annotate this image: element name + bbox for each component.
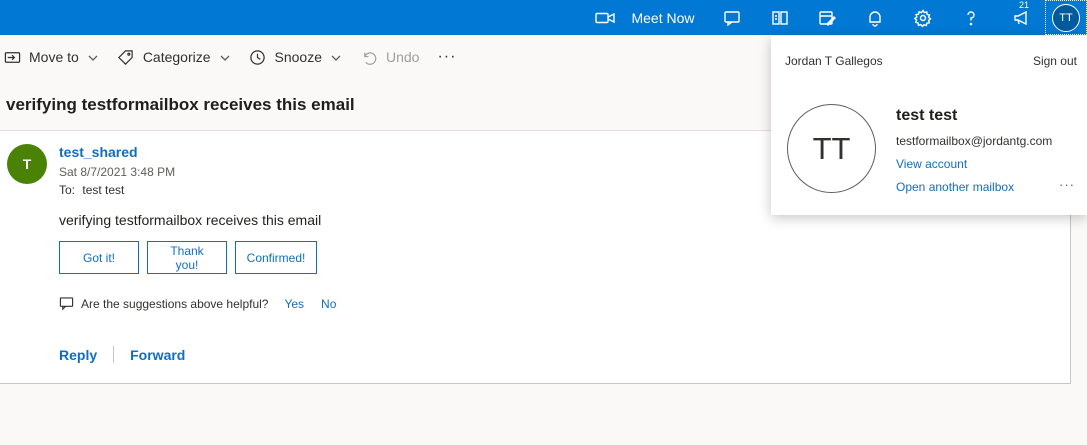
snooze-button[interactable]: Snooze (249, 48, 342, 66)
notifications-button[interactable] (861, 0, 889, 35)
snooze-label: Snooze (274, 49, 322, 65)
organization-name: Jordan T Gallegos (785, 54, 883, 68)
open-another-mailbox-link[interactable]: Open another mailbox (896, 180, 1014, 194)
feedback-question: Are the suggestions above helpful? (81, 296, 269, 311)
action-divider (113, 346, 115, 363)
clock-icon (249, 48, 267, 66)
reply-button[interactable]: Reply (59, 347, 97, 363)
account-email: testformailbox@jordantg.com (896, 134, 1053, 148)
email-body: verifying testformailbox receives this e… (59, 212, 322, 228)
account-manager-popup: Jordan T Gallegos Sign out TT test test … (771, 36, 1087, 215)
my-day-button[interactable] (813, 0, 841, 35)
bell-icon (869, 10, 881, 27)
feedback-yes-link[interactable]: Yes (284, 297, 304, 311)
avatar: TT (1052, 3, 1080, 32)
undo-button[interactable]: Undo (360, 48, 419, 66)
suggestions-feedback: Are the suggestions above helpful? Yes N… (59, 296, 336, 311)
account-manager-button[interactable]: TT (1045, 0, 1087, 35)
sender-name[interactable]: test_shared (59, 144, 138, 160)
chat-icon (724, 10, 740, 26)
chevron-down-icon (219, 51, 231, 63)
suggested-reply-confirmed[interactable]: Confirmed! (235, 241, 317, 274)
email-subject: verifying testformailbox receives this e… (6, 94, 355, 114)
move-to-button[interactable]: Move to (3, 48, 99, 66)
teams-chat-button[interactable] (718, 0, 746, 35)
more-options-button[interactable]: ··· (1059, 177, 1075, 192)
settings-button[interactable] (909, 0, 937, 35)
view-account-link[interactable]: View account (896, 157, 967, 171)
feedback-no-link[interactable]: No (321, 297, 336, 311)
office-icon (772, 10, 788, 25)
tag-icon (117, 48, 135, 66)
move-to-label: Move to (29, 49, 79, 65)
recipient-name[interactable]: test test (82, 183, 124, 197)
gear-icon (914, 8, 932, 27)
categorize-button[interactable]: Categorize (117, 48, 231, 66)
meet-now-button[interactable]: Meet Now (586, 0, 704, 35)
move-to-folder-icon (3, 48, 21, 66)
megaphone-icon (1014, 10, 1027, 25)
message-actions: Reply Forward (59, 346, 185, 363)
top-app-bar: Meet Now 21 TT (0, 0, 1087, 35)
account-avatar: TT (787, 104, 876, 193)
undo-label: Undo (386, 49, 420, 65)
chevron-down-icon (87, 51, 99, 63)
notification-count-badge: 21 (1019, 0, 1030, 10)
recipients-line: To: test test (59, 183, 124, 197)
to-label: To: (59, 183, 76, 197)
sender-avatar[interactable]: T (7, 144, 47, 184)
help-button[interactable] (957, 0, 985, 35)
office-apps-button[interactable] (766, 0, 794, 35)
chevron-down-icon (330, 51, 342, 63)
undo-icon (360, 48, 378, 66)
suggested-reply-thank-you[interactable]: Thank you! (147, 241, 227, 274)
forward-button[interactable]: Forward (130, 347, 185, 363)
suggested-reply-got-it[interactable]: Got it! (59, 241, 139, 274)
sent-date: Sat 8/7/2021 3:48 PM (59, 165, 176, 179)
question-mark-icon (967, 10, 975, 25)
account-display-name: test test (896, 107, 958, 124)
video-camera-icon (595, 12, 616, 23)
more-actions-button[interactable]: ··· (437, 48, 456, 66)
sign-out-link[interactable]: Sign out (1033, 54, 1077, 68)
calendar-edit-icon (819, 10, 836, 26)
suggested-replies: Got it! Thank you! Confirmed! (59, 241, 317, 274)
categorize-label: Categorize (142, 49, 211, 65)
feedback-comment-icon (59, 297, 74, 311)
meet-now-label: Meet Now (631, 9, 695, 26)
